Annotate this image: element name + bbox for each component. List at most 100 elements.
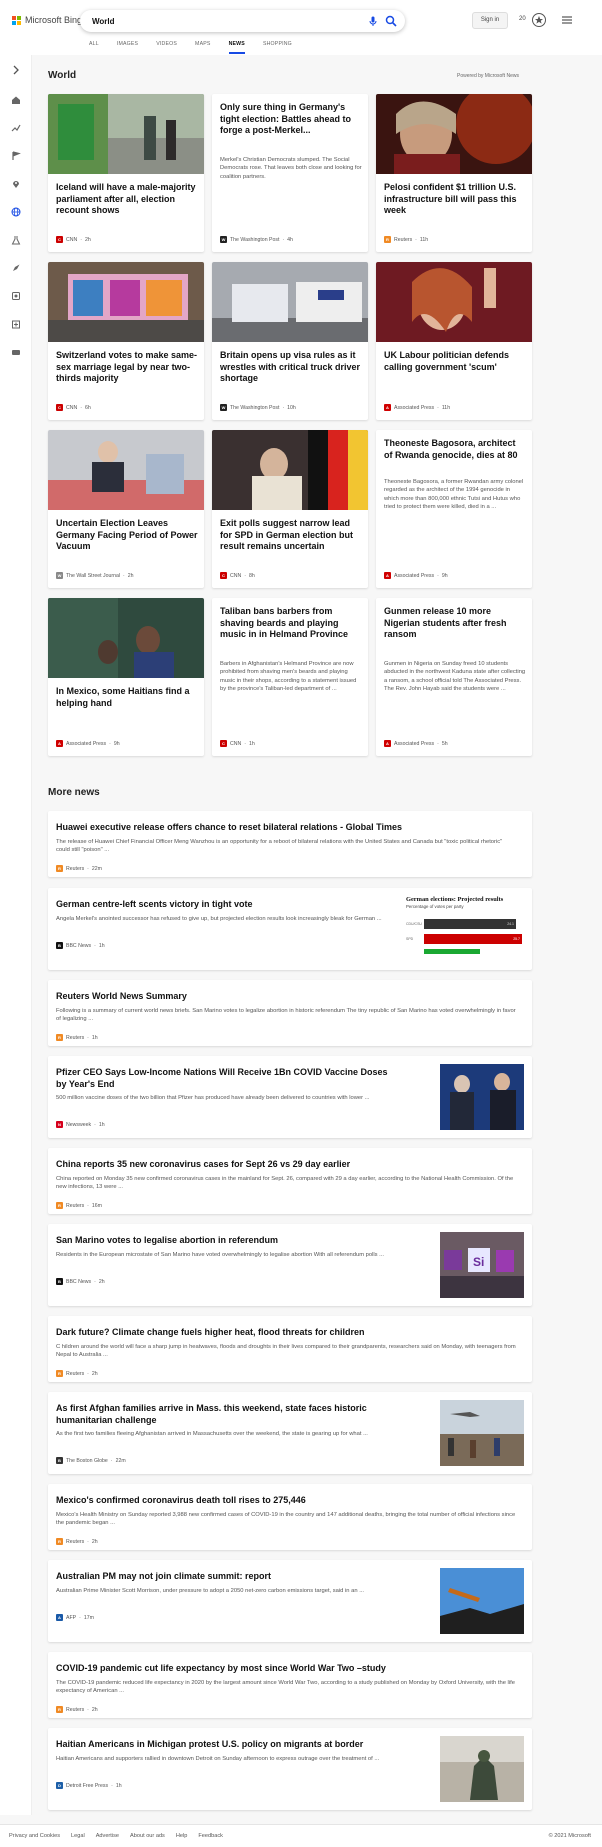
news-list-item[interactable]: Dark future? Climate change fuels higher…	[48, 1316, 532, 1382]
news-list-item[interactable]: Mexico's confirmed coronavirus death tol…	[48, 1484, 532, 1550]
entertainment-icon[interactable]	[11, 291, 21, 301]
news-card[interactable]: Exit polls suggest narrow lead for SPD i…	[212, 430, 368, 588]
news-card[interactable]: Uncertain Election Leaves Germany Facing…	[48, 430, 204, 588]
footer-link-about-ads[interactable]: About our ads	[130, 1833, 165, 1839]
news-title[interactable]: German centre-left scents victory in tig…	[56, 898, 396, 910]
card-image	[212, 430, 368, 510]
news-card[interactable]: Britain opens up visa rules as it wrestl…	[212, 262, 368, 420]
news-card[interactable]: Switzerland votes to make same-sex marri…	[48, 262, 204, 420]
news-source: D Detroit Free Press · 1h	[56, 1782, 122, 1789]
card-title[interactable]: Pelosi confident $1 trillion U.S. infras…	[384, 182, 526, 217]
hamburger-menu-icon[interactable]	[561, 14, 573, 26]
separator: ·	[87, 1202, 89, 1209]
news-list-item[interactable]: Reuters World News Summary Following is …	[48, 980, 532, 1046]
bing-logo[interactable]: Microsoft Bing	[12, 15, 82, 25]
card-title[interactable]: Taliban bans barbers from shaving beards…	[220, 606, 362, 641]
tab-all[interactable]: ALL	[89, 41, 99, 54]
footer-link-advertise[interactable]: Advertise	[96, 1833, 119, 1839]
card-title[interactable]: Iceland will have a male-majority parlia…	[56, 182, 198, 217]
news-title[interactable]: Haitian Americans in Michigan protest U.…	[56, 1738, 396, 1750]
footer-link-feedback[interactable]: Feedback	[198, 1833, 223, 1839]
trending-icon[interactable]	[11, 123, 21, 133]
scope-tabs: ALL IMAGES VIDEOS MAPS NEWS SHOPPING	[89, 41, 310, 54]
card-title[interactable]: Switzerland votes to make same-sex marri…	[56, 350, 198, 385]
tab-images[interactable]: IMAGES	[117, 41, 138, 54]
news-title[interactable]: China reports 35 new coronavirus cases f…	[56, 1158, 516, 1170]
footer-link-legal[interactable]: Legal	[71, 1833, 85, 1839]
news-title[interactable]: Dark future? Climate change fuels higher…	[56, 1326, 516, 1338]
search-icon[interactable]	[385, 15, 397, 27]
news-list-item[interactable]: Huawei executive release offers chance t…	[48, 811, 532, 877]
news-title[interactable]: Australian PM may not join climate summi…	[56, 1570, 396, 1582]
news-title[interactable]: San Marino votes to legalise abortion in…	[56, 1234, 396, 1246]
expand-icon[interactable]	[11, 65, 21, 75]
footer-links: Privacy and Cookies Legal Advertise Abou…	[9, 1833, 223, 1839]
news-card[interactable]: In Mexico, some Haitians find a helping …	[48, 598, 204, 756]
tab-shopping[interactable]: SHOPPING	[263, 41, 292, 54]
news-list-item[interactable]: As first Afghan families arrive in Mass.…	[48, 1392, 532, 1474]
sign-in-button[interactable]: Sign in	[472, 12, 508, 29]
source-name: CNN	[66, 404, 78, 411]
card-title[interactable]: In Mexico, some Haitians find a helping …	[56, 686, 198, 709]
wsj-logo-icon: W	[56, 572, 63, 579]
news-thumbnail	[440, 1400, 524, 1466]
location-icon[interactable]	[11, 179, 21, 189]
news-card[interactable]: Iceland will have a male-majority parlia…	[48, 94, 204, 252]
news-source: R Reuters · 2h	[56, 1706, 98, 1713]
news-title[interactable]: As first Afghan families arrive in Mass.…	[56, 1402, 396, 1426]
card-title[interactable]: Gunmen release 10 more Nigerian students…	[384, 606, 526, 641]
news-title[interactable]: Reuters World News Summary	[56, 990, 516, 1002]
search-box[interactable]	[80, 10, 405, 32]
rewards-count[interactable]: 20	[519, 16, 526, 22]
card-snippet: Gunmen in Nigeria on Sunday freed 10 stu…	[384, 661, 526, 693]
globe-icon[interactable]	[11, 207, 21, 217]
tab-maps[interactable]: MAPS	[195, 41, 211, 54]
rewards-icon[interactable]	[531, 12, 547, 28]
tab-news[interactable]: NEWS	[228, 41, 245, 54]
news-title[interactable]: COVID-19 pandemic cut life expectancy by…	[56, 1662, 516, 1674]
footer-link-privacy[interactable]: Privacy and Cookies	[9, 1833, 60, 1839]
card-image	[48, 94, 204, 174]
news-list-item[interactable]: Pfizer CEO Says Low-Income Nations Will …	[48, 1056, 532, 1138]
card-title[interactable]: Exit polls suggest narrow lead for SPD i…	[220, 518, 362, 553]
science-icon[interactable]	[11, 235, 21, 245]
news-list-item[interactable]: San Marino votes to legalise abortion in…	[48, 1224, 532, 1306]
news-title[interactable]: Pfizer CEO Says Low-Income Nations Will …	[56, 1066, 396, 1090]
news-list-item[interactable]: German centre-left scents victory in tig…	[48, 888, 532, 970]
search-input[interactable]	[92, 14, 342, 28]
news-list-item[interactable]: Australian PM may not join climate summi…	[48, 1560, 532, 1642]
news-title[interactable]: Huawei executive release offers chance t…	[56, 821, 516, 833]
flag-icon[interactable]	[11, 151, 21, 161]
home-icon[interactable]	[11, 95, 21, 105]
news-source: N Newsweek · 1h	[56, 1121, 105, 1128]
news-list-item[interactable]: China reports 35 new coronavirus cases f…	[48, 1148, 532, 1214]
news-card[interactable]: Taliban bans barbers from shaving beards…	[212, 598, 368, 756]
microphone-icon[interactable]	[367, 15, 379, 27]
source-name: Detroit Free Press	[66, 1782, 109, 1789]
card-title[interactable]: Uncertain Election Leaves Germany Facing…	[56, 518, 198, 553]
news-card[interactable]: Gunmen release 10 more Nigerian students…	[376, 598, 532, 756]
sports-icon[interactable]	[11, 347, 21, 357]
footer-link-help[interactable]: Help	[176, 1833, 188, 1839]
chart-subtitle: Percentage of votes per party	[406, 904, 464, 909]
card-title[interactable]: Theoneste Bagosora, architect of Rwanda …	[384, 438, 526, 461]
washington-post-logo-icon: W	[220, 404, 227, 411]
source-name: Associated Press	[394, 404, 435, 411]
card-title[interactable]: UK Labour politician defends calling gov…	[384, 350, 526, 373]
news-card[interactable]: Pelosi confident $1 trillion U.S. infras…	[376, 94, 532, 252]
news-source: B The Boston Globe · 22m	[56, 1457, 126, 1464]
news-list-item[interactable]: Haitian Americans in Michigan protest U.…	[48, 1728, 532, 1810]
card-title[interactable]: Britain opens up visa rules as it wrestl…	[220, 350, 362, 385]
news-card[interactable]: UK Labour politician defends calling gov…	[376, 262, 532, 420]
source-name: The Boston Globe	[66, 1457, 108, 1464]
card-title[interactable]: Only sure thing in Germany's tight elect…	[220, 102, 362, 137]
news-card[interactable]: Only sure thing in Germany's tight elect…	[212, 94, 368, 252]
card-snippet: Theoneste Bagosora, a former Rwandan arm…	[384, 479, 524, 511]
age: 2h	[91, 1706, 98, 1713]
news-title[interactable]: Mexico's confirmed coronavirus death tol…	[56, 1494, 516, 1506]
health-icon[interactable]	[11, 319, 21, 329]
rocket-icon[interactable]	[11, 263, 21, 273]
tab-videos[interactable]: VIDEOS	[156, 41, 177, 54]
news-card[interactable]: Theoneste Bagosora, architect of Rwanda …	[376, 430, 532, 588]
news-list-item[interactable]: COVID-19 pandemic cut life expectancy by…	[48, 1652, 532, 1718]
